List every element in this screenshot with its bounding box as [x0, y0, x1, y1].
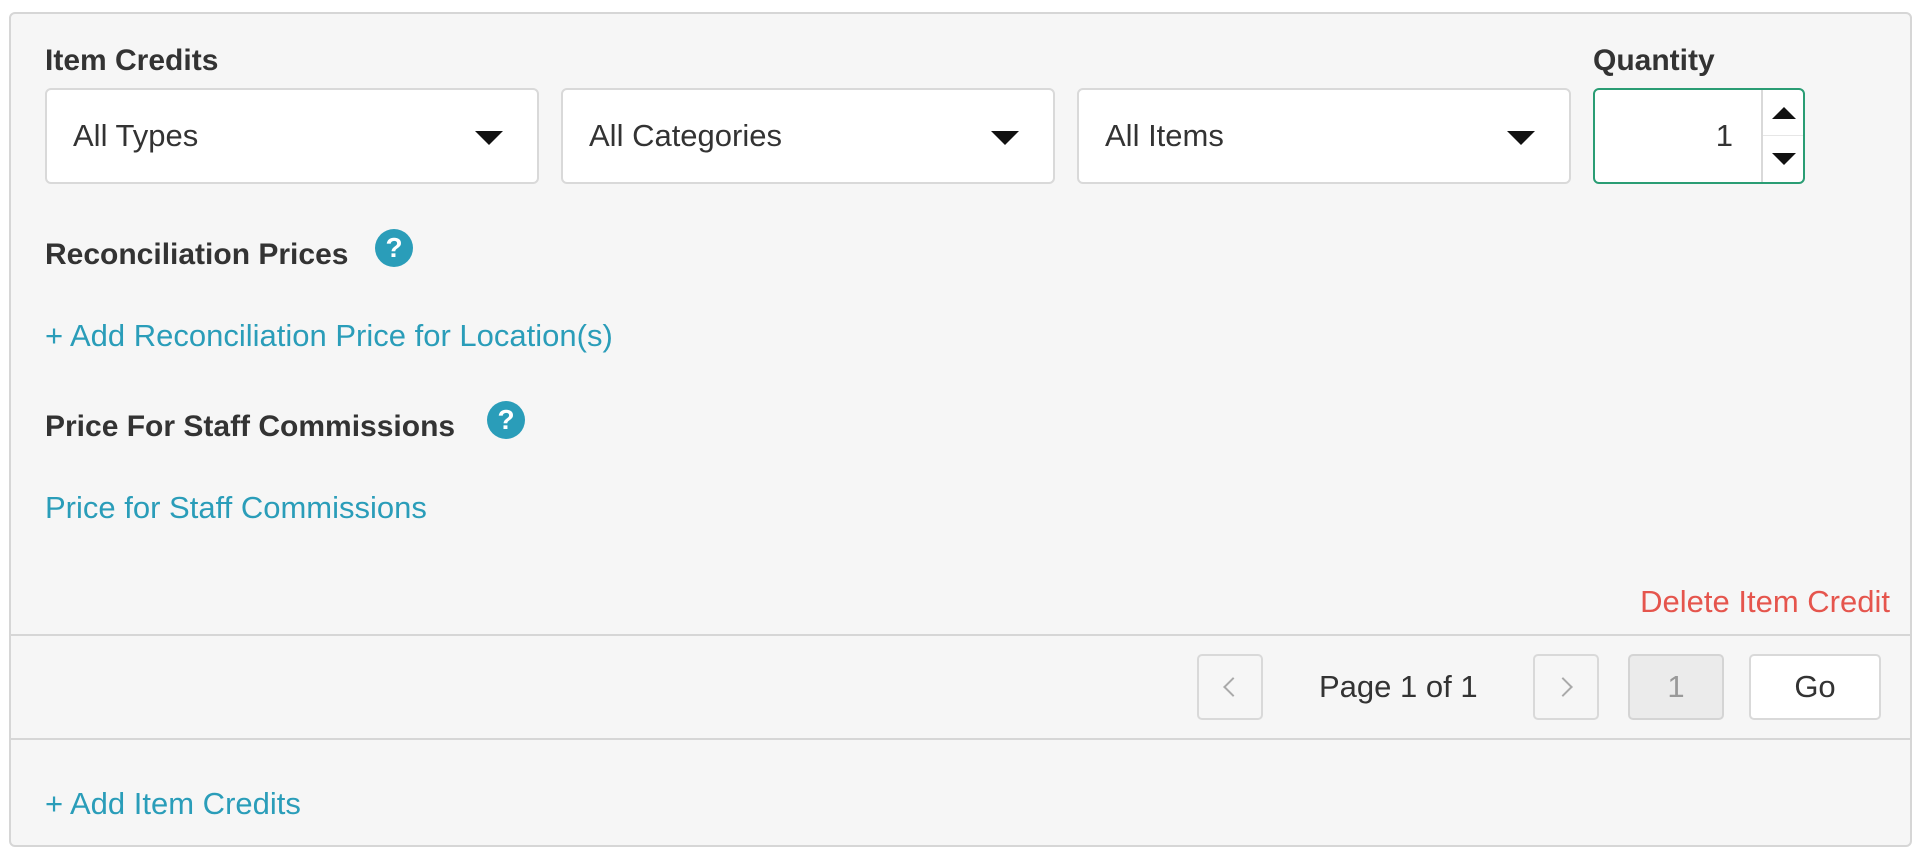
category-select-value: All Categories [589, 118, 782, 153]
item-credits-label: Item Credits [45, 44, 219, 77]
reconciliation-prices-heading: Reconciliation Prices [45, 238, 349, 271]
page-indicator: Page 1 of 1 [1319, 669, 1478, 704]
category-select[interactable]: All Categories [561, 88, 1055, 184]
type-select-value: All Types [73, 118, 199, 153]
divider [11, 738, 1910, 740]
quantity-decrement-button[interactable] [1763, 136, 1803, 182]
chevron-right-icon [1553, 677, 1573, 697]
type-select[interactable]: All Types [45, 88, 539, 184]
quantity-input[interactable] [1595, 90, 1761, 182]
quantity-increment-button[interactable] [1763, 90, 1803, 136]
reconciliation-help-icon[interactable]: ? [375, 229, 413, 267]
item-select-value: All Items [1105, 118, 1224, 153]
go-button[interactable]: Go [1749, 654, 1881, 720]
chevron-left-icon [1223, 677, 1243, 697]
chevron-down-icon [1507, 131, 1535, 145]
delete-item-credit-link[interactable]: Delete Item Credit [1640, 584, 1890, 620]
staff-commissions-help-icon[interactable]: ? [487, 401, 525, 439]
caret-up-icon [1772, 106, 1796, 119]
quantity-stepper [1593, 88, 1805, 184]
divider [11, 634, 1910, 636]
add-item-credits-link[interactable]: + Add Item Credits [45, 786, 301, 822]
quantity-stepper-buttons [1761, 90, 1803, 182]
page-number-input[interactable] [1628, 654, 1724, 720]
chevron-down-icon [991, 131, 1019, 145]
staff-commissions-heading: Price For Staff Commissions [45, 410, 456, 443]
chevron-down-icon [475, 131, 503, 145]
item-credit-panel: Item Credits All Types All Categories Al… [9, 12, 1912, 847]
price-for-staff-commissions-link[interactable]: Price for Staff Commissions [45, 490, 427, 526]
quantity-label: Quantity [1593, 44, 1715, 77]
next-page-button[interactable] [1533, 654, 1599, 720]
add-reconciliation-price-link[interactable]: + Add Reconciliation Price for Location(… [45, 318, 613, 354]
previous-page-button[interactable] [1197, 654, 1263, 720]
caret-down-icon [1772, 153, 1796, 165]
item-select[interactable]: All Items [1077, 88, 1571, 184]
